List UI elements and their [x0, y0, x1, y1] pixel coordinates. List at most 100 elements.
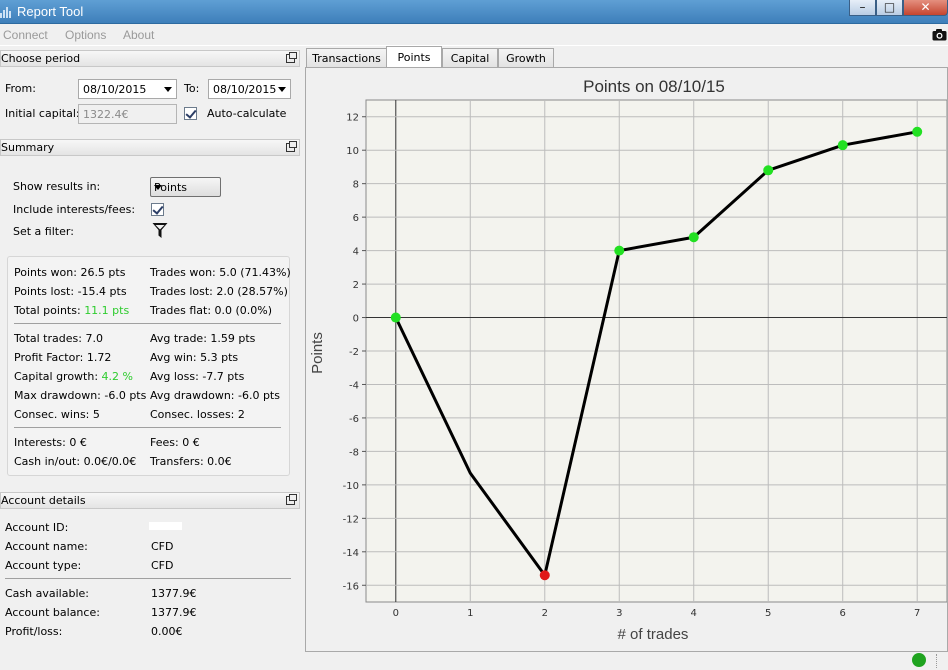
maximize-button[interactable]: □	[876, 0, 903, 16]
interests-text: Interests: 0 €	[14, 436, 87, 449]
account-balance-label: Account balance:	[5, 606, 100, 619]
chevron-down-icon	[164, 87, 172, 92]
trades-lost-text: Trades lost: 2.0 (28.57%)	[150, 285, 288, 298]
y-tick-label: -14	[343, 548, 359, 559]
account-name-value: CFD	[151, 540, 174, 553]
minimize-button[interactable]: –	[849, 0, 876, 16]
include-interests-checkbox[interactable]	[151, 203, 164, 216]
y-tick-label: -2	[349, 347, 359, 358]
tab-growth[interactable]: Growth	[498, 48, 554, 68]
from-date-value: 08/10/2015	[83, 83, 147, 96]
points-chart: 0 1 2 3 4 5 6 7121086420-2-4-6-8-10-12-14-16Poi…	[309, 77, 948, 643]
win-point	[912, 126, 923, 137]
tab-capital[interactable]: Capital	[442, 48, 498, 68]
initial-capital-label: Initial capital:	[5, 107, 80, 120]
float-panel-icon[interactable]	[286, 52, 297, 63]
window-title: Report Tool	[17, 4, 84, 19]
y-tick-label: -10	[343, 481, 359, 492]
transfers-text: Transfers: 0.0€	[150, 455, 232, 468]
account-details-header: Account details	[0, 492, 300, 509]
total-trades-text: Total trades: 7.0	[14, 332, 103, 345]
points-lost-text: Points lost: -15.4 pts	[14, 285, 127, 298]
account-id-redacted	[149, 522, 182, 530]
menu-bar: Connect Options About	[0, 25, 948, 46]
auto-calculate-checkbox[interactable]	[184, 107, 197, 120]
summary-title: Summary	[1, 141, 55, 154]
avg-loss-text: Avg loss: -7.7 pts	[150, 370, 245, 383]
capital-growth-label: Capital growth:	[14, 370, 99, 383]
profit-loss-value: 0.00€	[151, 625, 183, 638]
y-tick-label: 6	[353, 213, 359, 224]
chart-title: Points on 08/10/15	[583, 77, 725, 96]
menu-connect[interactable]: Connect	[3, 28, 48, 42]
profit-factor-text: Profit Factor: 1.72	[14, 351, 112, 364]
divider	[5, 578, 291, 579]
include-interests-label: Include interests/fees:	[13, 203, 136, 216]
camera-icon[interactable]	[932, 28, 947, 41]
to-date-value: 08/10/2015	[213, 83, 277, 96]
menu-about[interactable]: About	[123, 28, 154, 42]
y-tick-label: -12	[343, 514, 359, 525]
connection-status-icon	[912, 653, 926, 667]
x-axis-label: # of trades	[618, 626, 689, 643]
account-details-title: Account details	[1, 494, 86, 507]
close-button[interactable]: ✕	[903, 0, 948, 16]
win-point	[688, 232, 699, 243]
choose-period-header: Choose period	[0, 50, 300, 67]
chevron-down-icon	[154, 185, 162, 190]
profit-loss-label: Profit/loss:	[5, 625, 63, 638]
initial-capital-field[interactable]: 1322.4€	[78, 104, 177, 124]
from-date-picker[interactable]: 08/10/2015	[78, 79, 177, 99]
loss-point	[539, 570, 550, 581]
consec-losses-text: Consec. losses: 2	[150, 408, 245, 421]
summary-stats-box: Points won: 26.5 pts Trades won: 5.0 (71…	[7, 256, 291, 476]
divider	[14, 427, 281, 428]
trades-flat-text: Trades flat: 0.0 (0.0%)	[150, 304, 273, 317]
show-results-label: Show results in:	[13, 180, 101, 193]
title-bar: Report Tool – □ ✕	[0, 0, 948, 24]
initial-capital-value: 1322.4€	[83, 108, 129, 121]
y-tick-label: 2	[353, 280, 359, 291]
x-tick-label: 3	[616, 608, 622, 619]
y-tick-label: -6	[349, 414, 359, 425]
tab-points[interactable]: Points	[386, 46, 442, 69]
float-panel-icon[interactable]	[286, 141, 297, 152]
to-date-picker[interactable]: 08/10/2015	[208, 79, 291, 99]
win-point	[837, 140, 848, 151]
show-results-select[interactable]: Points	[150, 177, 221, 197]
account-balance-value: 1377.9€	[151, 606, 197, 619]
y-tick-label: -8	[349, 447, 359, 458]
win-point	[390, 312, 401, 323]
points-won-text: Points won: 26.5 pts	[14, 266, 126, 279]
x-tick-label: 1	[467, 608, 473, 619]
trades-won-text: Trades won: 5.0 (71.43%)	[150, 266, 291, 279]
capital-growth-value: 4.2 %	[101, 370, 133, 383]
avg-win-text: Avg win: 5.3 pts	[150, 351, 239, 364]
divider	[14, 323, 281, 324]
x-tick-label: 2	[542, 608, 548, 619]
menu-options[interactable]: Options	[65, 28, 106, 42]
filter-icon[interactable]	[152, 222, 168, 239]
cash-available-label: Cash available:	[5, 587, 89, 600]
account-id-label: Account ID:	[5, 521, 69, 534]
choose-period-title: Choose period	[1, 52, 81, 65]
y-tick-label: 12	[346, 113, 359, 124]
account-type-label: Account type:	[5, 559, 82, 572]
max-drawdown-text: Max drawdown: -6.0 pts	[14, 389, 147, 402]
y-tick-label: 0	[353, 314, 359, 325]
auto-calculate-label: Auto-calculate	[207, 107, 287, 120]
resize-grip[interactable]	[936, 654, 946, 668]
total-points-text: Total points: 11.1 pts	[14, 304, 129, 317]
total-points-value: 11.1 pts	[84, 304, 130, 317]
tab-transactions[interactable]: Transactions	[306, 48, 387, 68]
x-tick-label: 7	[914, 608, 920, 619]
float-panel-icon[interactable]	[286, 494, 297, 505]
avg-trade-text: Avg trade: 1.59 pts	[150, 332, 256, 345]
chevron-down-icon	[278, 87, 286, 92]
y-tick-label: 10	[346, 146, 359, 157]
x-tick-label: 0	[393, 608, 399, 619]
avg-drawdown-text: Avg drawdown: -6.0 pts	[150, 389, 280, 402]
cash-in-out-text: Cash in/out: 0.0€/0.0€	[14, 455, 137, 468]
account-type-value: CFD	[151, 559, 174, 572]
x-tick-label: 6	[840, 608, 846, 619]
